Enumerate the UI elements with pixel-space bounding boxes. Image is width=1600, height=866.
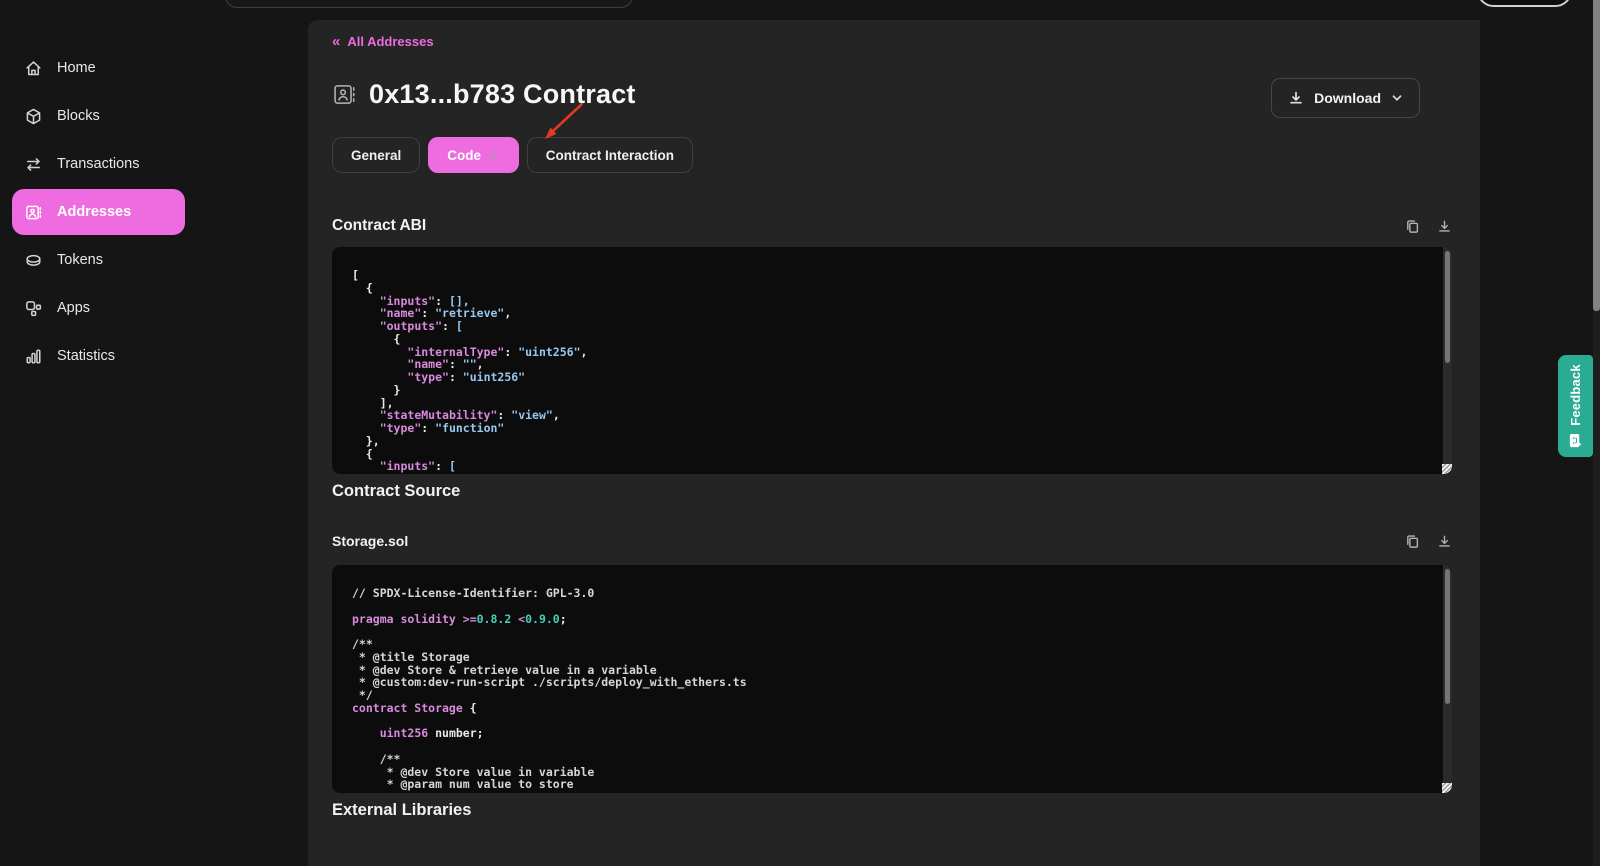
- source-file-name: Storage.sol: [332, 533, 408, 549]
- resize-handle[interactable]: [1442, 783, 1452, 793]
- copy-icon[interactable]: [1405, 534, 1420, 549]
- sidebar-item-statistics[interactable]: Statistics: [12, 333, 185, 379]
- abi-scrollbar-track[interactable]: [1443, 247, 1452, 474]
- top-right-button-partial[interactable]: [1477, 0, 1572, 7]
- check-icon: ✓: [488, 147, 500, 164]
- tab-label: Code: [447, 148, 481, 163]
- contract-abi-code-block[interactable]: [ { "inputs": [], "name": "retrieve", "o…: [332, 247, 1452, 474]
- abi-scrollbar-thumb[interactable]: [1445, 251, 1450, 363]
- tab-general[interactable]: General: [332, 137, 420, 173]
- download-icon[interactable]: [1437, 219, 1452, 234]
- sidebar-item-label: Statistics: [57, 348, 115, 364]
- resize-handle[interactable]: [1442, 464, 1452, 474]
- sidebar-item-label: Transactions: [57, 156, 139, 172]
- feedback-button[interactable]: Feedback: [1558, 355, 1593, 457]
- sidebar: Home Blocks Transactions Addresses Token…: [0, 0, 308, 866]
- sidebar-item-label: Tokens: [57, 252, 103, 268]
- external-libraries-title: External Libraries: [332, 801, 1452, 820]
- transactions-icon: [24, 155, 43, 174]
- double-chevron-left-icon: «: [332, 35, 339, 48]
- chevron-down-icon: [1391, 92, 1403, 104]
- tabs: General Code ✓ Contract Interaction: [332, 137, 1452, 173]
- contract-source-code: // SPDX-License-Identifier: GPL-3.0 prag…: [332, 565, 1452, 791]
- sidebar-item-addresses[interactable]: Addresses: [12, 189, 185, 235]
- sidebar-item-blocks[interactable]: Blocks: [12, 93, 185, 139]
- sidebar-item-label: Addresses: [57, 204, 131, 220]
- statistics-icon: [24, 347, 43, 366]
- back-link-label: All Addresses: [347, 34, 433, 49]
- feedback-chat-icon: [1568, 433, 1583, 448]
- download-button[interactable]: Download: [1271, 78, 1420, 118]
- page-scrollbar-thumb[interactable]: [1593, 0, 1600, 311]
- apps-icon: [24, 299, 43, 318]
- copy-icon[interactable]: [1405, 219, 1420, 234]
- sidebar-item-label: Apps: [57, 300, 90, 316]
- home-icon: [24, 59, 43, 78]
- page-title: 0x13...b783 Contract: [369, 79, 636, 110]
- source-scrollbar-thumb[interactable]: [1445, 569, 1450, 704]
- main-panel: « All Addresses Download 0x13...b783 Con…: [308, 20, 1480, 866]
- page-scrollbar-track[interactable]: [1593, 0, 1600, 866]
- blocks-icon: [24, 107, 43, 126]
- addresses-icon: [24, 203, 43, 222]
- tab-contract-interaction[interactable]: Contract Interaction: [527, 137, 693, 173]
- contract-abi-code: [ { "inputs": [], "name": "retrieve", "o…: [332, 247, 1452, 473]
- download-icon[interactable]: [1437, 534, 1452, 549]
- sidebar-item-apps[interactable]: Apps: [12, 285, 185, 331]
- sidebar-item-home[interactable]: Home: [12, 45, 185, 91]
- sidebar-item-label: Home: [57, 60, 96, 76]
- tab-code[interactable]: Code ✓: [428, 137, 518, 173]
- download-button-label: Download: [1314, 90, 1381, 106]
- tab-label: Contract Interaction: [546, 148, 674, 163]
- feedback-label: Feedback: [1568, 364, 1583, 426]
- source-scrollbar-track[interactable]: [1443, 565, 1452, 793]
- contract-abi-title: Contract ABI: [332, 217, 426, 235]
- sidebar-item-label: Blocks: [57, 108, 100, 124]
- sidebar-item-tokens[interactable]: Tokens: [12, 237, 185, 283]
- sidebar-item-transactions[interactable]: Transactions: [12, 141, 185, 187]
- contract-source-title: Contract Source: [332, 482, 1452, 501]
- download-icon: [1288, 90, 1304, 106]
- contract-source-code-block[interactable]: // SPDX-License-Identifier: GPL-3.0 prag…: [332, 565, 1452, 793]
- tab-label: General: [351, 148, 401, 163]
- tokens-icon: [24, 251, 43, 270]
- contract-card-icon: [332, 82, 357, 107]
- all-addresses-back-link[interactable]: « All Addresses: [332, 20, 434, 49]
